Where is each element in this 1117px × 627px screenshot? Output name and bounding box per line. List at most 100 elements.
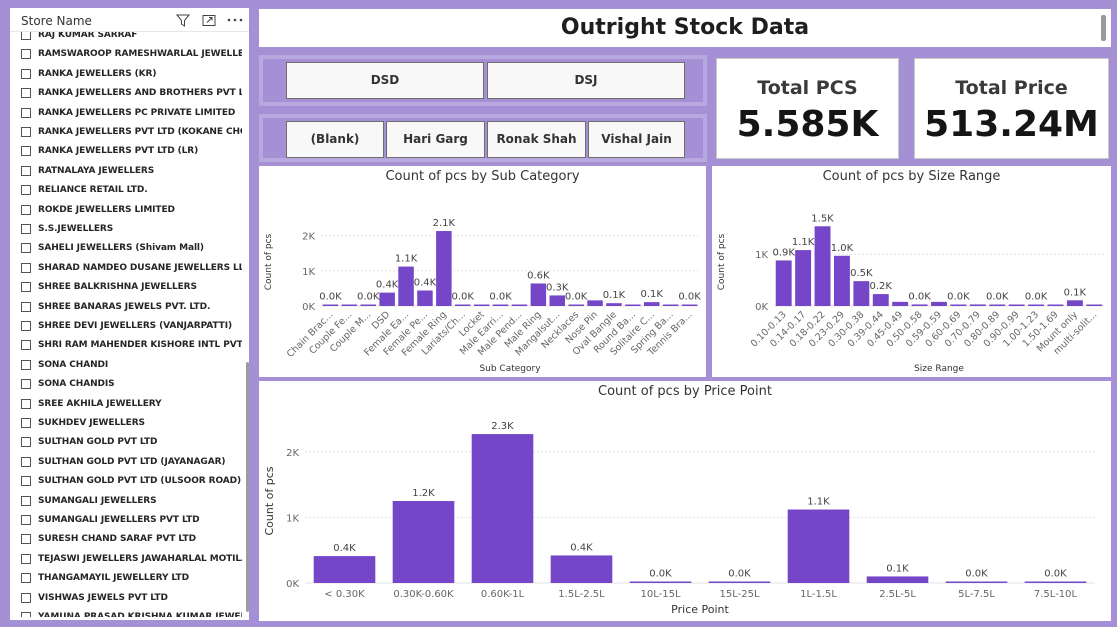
slicer-scrollbar-thumb[interactable] (246, 362, 249, 612)
store-checkbox[interactable] (21, 146, 31, 157)
filter-icon[interactable] (175, 13, 191, 27)
store-label: SAHELI JEWELLERS (Shivam Mall) (38, 243, 204, 254)
store-checkbox[interactable] (21, 592, 31, 603)
person-slicer: (Blank) Hari Garg Ronak Shah Vishal Jain (259, 114, 707, 162)
store-checkbox[interactable] (21, 573, 31, 584)
store-checkbox[interactable] (21, 224, 31, 234)
store-label: SONA CHANDI (38, 359, 109, 370)
store-checkbox[interactable] (21, 262, 31, 273)
store-label: SURESH CHAND SARAF PVT LTD (38, 534, 196, 545)
store-checkbox[interactable] (21, 282, 31, 293)
store-checkbox[interactable] (21, 185, 31, 196)
store-list-item[interactable]: SUMANGALI JEWELLERS PVT LTD (21, 511, 200, 529)
store-checkbox[interactable] (21, 379, 31, 390)
store-list-item[interactable]: RANKA JEWELLERS PVT LTD (LR) (21, 142, 198, 160)
chart-bar (436, 231, 452, 306)
focus-mode-icon[interactable] (201, 13, 217, 27)
store-checkbox[interactable] (21, 612, 31, 617)
y-tick-label: 1K (302, 267, 315, 278)
y-tick-label: 2K (286, 448, 299, 459)
store-label: RAMSWAROOP RAMESHWARLAL JEWELLER (38, 49, 242, 60)
chart-bar (587, 300, 603, 306)
chart-bar (853, 281, 870, 306)
store-label: SULTHAN GOLD PVT LTD (38, 437, 158, 448)
store-checkbox[interactable] (21, 359, 31, 370)
store-list-item[interactable]: YAMUNA PRASAD KRISHNA KUMAR JEWELL... (21, 608, 242, 617)
store-checkbox[interactable] (21, 456, 31, 467)
more-options-icon[interactable] (227, 13, 243, 27)
slicer-scrollbar[interactable] (246, 32, 249, 617)
store-list-item[interactable]: SAHELI JEWELLERS (Shivam Mall) (21, 239, 204, 257)
store-list-item[interactable]: THANGAMAYIL JEWELLERY LTD (21, 569, 189, 587)
store-checkbox[interactable] (21, 68, 31, 79)
store-list-item[interactable]: SHREE BALKRISHNA JEWELLERS (21, 278, 197, 296)
store-list-item[interactable]: SUMANGALI JEWELLERS (21, 492, 157, 510)
store-checkbox[interactable] (21, 515, 31, 525)
store-list-item[interactable]: RANKA JEWELLERS PC PRIVATE LIMITED (21, 104, 235, 122)
store-checkbox[interactable] (21, 534, 31, 545)
store-list-item[interactable]: RATNALAYA JEWELLERS (21, 162, 154, 180)
title-scrollbar[interactable] (1101, 15, 1106, 41)
store-list-item[interactable]: RANKA JEWELLERS PVT LTD (KOKANE CHO... (21, 123, 242, 141)
filter-button-vishal-jain[interactable]: Vishal Jain (588, 121, 685, 158)
store-checkbox[interactable] (21, 340, 31, 351)
store-list-item[interactable]: ROKDE JEWELLERS LIMITED (21, 201, 175, 219)
store-list-item[interactable]: SHREE DEVI JEWELLERS (VANJARPATTI) (21, 317, 232, 335)
data-label: 0.0K (728, 569, 751, 580)
store-label: RANKA JEWELLERS PVT LTD (KOKANE CHO... (38, 127, 242, 137)
store-checkbox[interactable] (21, 107, 31, 118)
data-label: 0.1K (641, 289, 664, 300)
y-tick-label: 0K (286, 579, 299, 590)
kpi-value: 513.24M (924, 104, 1099, 145)
store-list-item[interactable]: RAJ KUMAR SARRAF (21, 32, 137, 44)
store-checkbox[interactable] (21, 495, 31, 506)
store-list-item[interactable]: SUKHDEV JEWELLERS (21, 414, 145, 432)
chart-bar (1024, 581, 1087, 583)
store-list-item[interactable]: VISHWAS JEWELS PVT LTD (21, 589, 168, 607)
store-list-item[interactable]: SONA CHANDIS (21, 375, 115, 393)
store-list-item[interactable]: SULTHAN GOLD PVT LTD (21, 433, 158, 451)
store-list-item[interactable]: S.S.JEWELLERS (21, 220, 113, 238)
store-checkbox[interactable] (21, 49, 31, 60)
chart-bar (1066, 300, 1083, 306)
store-list-item[interactable]: SREE AKHILA JEWELLERY (21, 395, 162, 413)
store-list-item[interactable]: SHRI RAM MAHENDER KISHORE INTL PVT LT... (21, 336, 242, 354)
store-list-item[interactable]: SONA CHANDI (21, 356, 108, 374)
size-range-chart: 0K1KCount of pcsSize Range0.9K0.10-0.131… (717, 213, 1104, 374)
store-list-item[interactable]: SULTHAN GOLD PVT LTD (ULSOOR ROAD) (21, 472, 241, 490)
store-checkbox[interactable] (21, 32, 31, 40)
store-list-item[interactable]: SULTHAN GOLD PVT LTD (JAYANAGAR) (21, 453, 226, 471)
filter-button-dsd[interactable]: DSD (286, 62, 484, 99)
store-list-item[interactable]: RAMSWAROOP RAMESHWARLAL JEWELLER (21, 45, 242, 63)
chart-bar (945, 581, 1008, 583)
store-list-item[interactable]: SURESH CHAND SARAF PVT LTD (21, 530, 196, 548)
store-list-item[interactable]: TEJASWI JEWELLERS JAWAHARLAL MOTILAL... (21, 550, 242, 568)
filter-button-hari-garg[interactable]: Hari Garg (386, 121, 485, 158)
data-label: 1.0K (831, 243, 854, 254)
store-list-item[interactable]: SHARAD NAMDEO DUSANE JEWELLERS LLP (21, 259, 242, 277)
chart-bar (313, 556, 376, 583)
store-checkbox[interactable] (21, 204, 31, 215)
store-checkbox[interactable] (21, 165, 31, 176)
store-checkbox[interactable] (21, 398, 31, 409)
filter-button-ronak-shah[interactable]: Ronak Shah (487, 121, 586, 158)
store-checkbox[interactable] (21, 553, 31, 564)
x-tick-label: 2.5L-5L (879, 589, 916, 600)
filter-button-blank[interactable]: (Blank) (286, 121, 384, 158)
chart-bar (662, 304, 679, 306)
filter-button-dsj[interactable]: DSJ (487, 62, 685, 99)
store-list-item[interactable]: RELIANCE RETAIL LTD. (21, 181, 148, 199)
store-checkbox[interactable] (21, 243, 31, 254)
store-checkbox[interactable] (21, 321, 31, 331)
store-checkbox[interactable] (21, 476, 31, 487)
store-checkbox[interactable] (21, 301, 31, 312)
store-list-item[interactable]: RANKA JEWELLERS (KR) (21, 65, 156, 83)
store-list-item[interactable]: SHREE BANARAS JEWELS PVT. LTD. (21, 298, 210, 316)
y-tick-label: 1K (286, 513, 299, 524)
store-checkbox[interactable] (21, 88, 31, 99)
store-checkbox[interactable] (21, 418, 31, 428)
store-checkbox[interactable] (21, 127, 31, 137)
store-list-item[interactable]: RANKA JEWELLERS AND BROTHERS PVT LTD (21, 84, 242, 102)
store-checkbox[interactable] (21, 437, 31, 448)
chart-bar (549, 295, 565, 306)
